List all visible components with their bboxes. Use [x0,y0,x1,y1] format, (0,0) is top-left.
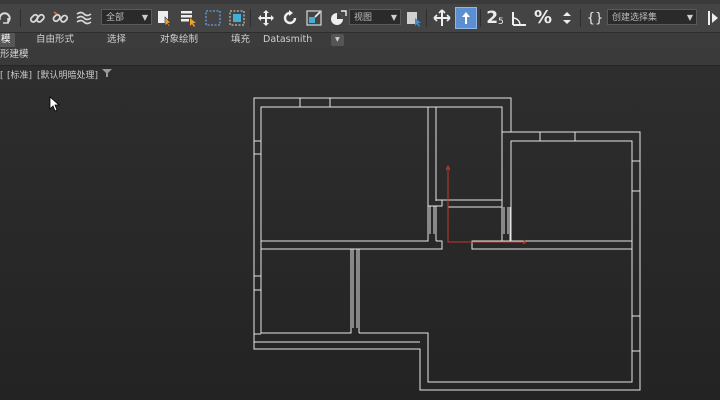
named-selection-value: 创建选择集 [612,13,658,23]
window-crossing-icon[interactable] [226,4,248,32]
tab-object-paint[interactable]: 对象绘制 [160,33,198,47]
percent-snap-icon[interactable]: % [532,4,554,32]
snaps-sublabel: 5 [498,17,504,27]
main-toolbar: 全部 ▼ 视图 ▼ 25 % {} 创建选择集 ▼ [0,4,720,33]
edit-named-selection-icon[interactable]: {} [584,4,606,32]
tab-modeling[interactable]: 模 [0,33,15,47]
snaps-toggle-icon[interactable]: 25 [484,4,506,32]
mirror-icon[interactable] [700,4,720,32]
bind-space-warp-icon[interactable] [73,4,95,32]
tab-freeform[interactable]: 自由形式 [36,33,74,47]
spinner-snap-icon[interactable] [556,4,578,32]
angle-snap-icon[interactable] [508,4,530,32]
perspective-viewport[interactable]: [ [标准] [默认明暗处理] [0,66,720,400]
tab-selection[interactable]: 选择 [107,33,126,47]
reference-coordinate-value: 视图 [354,13,373,23]
selection-filter-dropdown[interactable]: 全部 ▼ [101,9,152,25]
chevron-down-icon: ▼ [390,13,397,22]
rectangular-selection-icon[interactable] [202,4,224,32]
reference-coordinate-dropdown[interactable]: 视图 ▼ [349,9,401,25]
toolbar-separator [580,9,581,27]
select-manipulate-icon[interactable] [431,4,453,32]
panel-label: 形建模 [0,49,29,60]
toolbar-separator [426,9,427,27]
toolbar-separator [20,9,21,27]
tab-datasmith[interactable]: Datasmith [263,33,312,47]
keyboard-shortcut-override-button[interactable] [455,7,477,29]
scale-icon[interactable] [303,4,325,32]
select-object-icon[interactable] [154,4,176,32]
move-icon[interactable] [255,4,277,32]
floor-plan-drawing[interactable] [0,66,720,400]
chevron-down-icon: ▼ [141,13,148,22]
link-icon[interactable] [26,4,48,32]
redo-icon[interactable] [0,4,16,32]
select-by-name-icon[interactable] [177,4,199,32]
pivot-center-icon[interactable] [403,4,425,32]
unlink-icon[interactable] [49,4,71,32]
toolbar-separator [250,9,251,27]
ribbon-options-button[interactable]: ▾ [331,34,344,46]
tab-populate[interactable]: 填充 [231,33,250,47]
chevron-down-icon: ▼ [686,13,693,22]
selection-filter-value: 全部 [106,13,125,23]
place-icon[interactable] [327,4,349,32]
ribbon-panel-bar: 形建模 [0,47,720,66]
snaps-label: 2 [486,7,499,28]
chevron-down-icon: ▾ [335,34,340,45]
rotate-icon[interactable] [279,4,301,32]
toolbar-separator [480,9,481,27]
ribbon-tab-bar: 模 自由形式 选择 对象绘制 填充 Datasmith ▾ [0,33,720,47]
named-selection-dropdown[interactable]: 创建选择集 ▼ [607,9,697,25]
